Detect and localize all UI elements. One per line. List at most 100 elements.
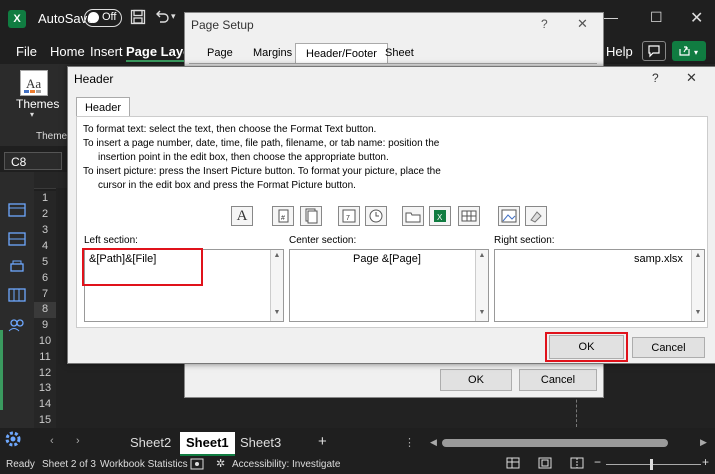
page-break-view-icon[interactable] — [570, 457, 584, 469]
tab-insert[interactable]: Insert — [90, 44, 123, 59]
row-header[interactable]: 3 — [34, 223, 56, 240]
sheet-tab[interactable]: Sheet3 — [234, 432, 287, 454]
insert-picture-icon[interactable] — [498, 206, 520, 226]
normal-view-icon[interactable] — [506, 457, 520, 469]
tab-divider — [189, 63, 597, 64]
svg-text:X: X — [437, 213, 443, 222]
ok-button-highlight — [545, 332, 628, 362]
share-button[interactable]: ▾ — [672, 41, 706, 61]
scroll-left-icon[interactable]: ‹ — [50, 435, 54, 447]
file-path-icon[interactable] — [402, 206, 424, 226]
settings-gear-icon[interactable] — [2, 428, 24, 450]
hscroll-right-icon[interactable]: ▶ — [700, 437, 707, 448]
row-header[interactable]: 5 — [34, 255, 56, 272]
maximize-icon[interactable]: ☐ — [650, 9, 663, 26]
time-icon[interactable] — [365, 206, 387, 226]
help-icon[interactable]: ? — [541, 17, 548, 31]
people-icon[interactable] — [8, 318, 26, 332]
page-setup-ok-button[interactable]: OK — [440, 369, 512, 391]
zoom-slider[interactable] — [606, 464, 701, 465]
tab-home[interactable]: Home — [50, 44, 85, 59]
scroll-right-icon[interactable]: › — [76, 435, 80, 447]
row-header[interactable]: 6 — [34, 271, 56, 288]
close-app-icon[interactable]: ✕ — [690, 8, 703, 28]
dropdown-icon[interactable]: ▾ — [171, 11, 176, 22]
left-section-label: Left section: — [84, 235, 138, 246]
svg-text:▾: ▾ — [694, 48, 698, 57]
macro-icon[interactable] — [190, 458, 204, 470]
tab-sheet[interactable]: Sheet — [375, 43, 424, 63]
right-section-scrollbar[interactable]: ▲ ▼ — [691, 250, 704, 321]
themes-dropdown-icon[interactable]: ▾ — [30, 110, 34, 119]
save-icon[interactable] — [130, 9, 146, 29]
tab-margins[interactable]: Margins — [243, 43, 302, 63]
undo-icon[interactable] — [154, 8, 170, 28]
name-box[interactable]: C8 — [4, 152, 62, 170]
tab-header-footer[interactable]: Header/Footer — [295, 43, 388, 64]
workbook-statistics[interactable]: Workbook Statistics — [100, 459, 188, 470]
center-section-label: Center section: — [289, 235, 357, 246]
row-header[interactable]: 13 — [34, 381, 56, 398]
page-setup-cancel-button[interactable]: Cancel — [519, 369, 597, 391]
close-icon[interactable]: ✕ — [686, 70, 697, 86]
page-number-icon[interactable]: # — [272, 206, 294, 226]
instruction-line: insertion point in the edit box, then ch… — [98, 152, 389, 163]
autosave-toggle[interactable]: Off — [84, 9, 122, 27]
sheet-tab[interactable]: Sheet2 — [124, 432, 177, 454]
header-dialog-title: Header — [74, 72, 114, 86]
page-layout-view-icon[interactable] — [538, 457, 552, 469]
tab-help[interactable]: Help — [606, 44, 633, 59]
accessibility-icon[interactable]: ✲ — [216, 457, 225, 470]
left-section-highlight — [82, 248, 203, 286]
help-icon[interactable]: ? — [652, 71, 659, 85]
format-picture-icon[interactable] — [525, 206, 547, 226]
instruction-line: To insert a page number, date, time, fil… — [83, 138, 440, 149]
instruction-line: cursor in the edit box and press the For… — [98, 180, 356, 191]
sheet-name-icon[interactable] — [458, 206, 480, 226]
row-header[interactable]: 9 — [34, 318, 56, 335]
close-icon[interactable]: ✕ — [577, 16, 588, 32]
row-header[interactable]: 1 — [34, 191, 56, 208]
tab-header[interactable]: Header — [76, 97, 130, 118]
minimize-icon[interactable]: — — [604, 9, 618, 25]
toggle-knob — [88, 12, 99, 23]
svg-text:7: 7 — [346, 215, 350, 222]
comments-button[interactable] — [642, 41, 666, 61]
row-header[interactable]: 10 — [34, 334, 56, 351]
more-icon[interactable]: ⋮ — [404, 436, 415, 449]
header-cancel-button[interactable]: Cancel — [632, 337, 705, 358]
center-section-scrollbar[interactable]: ▲ ▼ — [475, 250, 488, 321]
hscroll-left-icon[interactable]: ◀ — [430, 437, 437, 448]
instruction-line: To insert picture: press the Insert Pict… — [83, 166, 441, 177]
zoom-out-icon[interactable]: − — [594, 455, 601, 469]
horizontal-scrollbar[interactable] — [442, 439, 668, 447]
sheet-tab-active[interactable]: Sheet1 — [180, 432, 235, 456]
tab-page[interactable]: Page — [197, 43, 243, 63]
row-header[interactable]: 11 — [34, 350, 56, 367]
number-of-pages-icon[interactable] — [300, 206, 322, 226]
add-sheet-icon[interactable]: + — [318, 433, 327, 450]
svg-text:#: # — [281, 215, 285, 222]
zoom-slider-thumb[interactable] — [650, 459, 653, 470]
header-dialog: Header ? ✕ Header To format text: select… — [67, 66, 715, 364]
accessibility-status[interactable]: Accessibility: Investigate — [232, 459, 340, 470]
row-header[interactable]: 14 — [34, 397, 56, 414]
left-section-scrollbar[interactable]: ▲ ▼ — [270, 250, 283, 321]
themes-icon[interactable]: Aa — [20, 70, 48, 96]
table-icon[interactable] — [8, 232, 26, 246]
svg-text:Aa: Aa — [26, 76, 41, 91]
sheet-view-icon[interactable] — [8, 203, 26, 217]
themes-button[interactable]: Themes — [16, 97, 59, 111]
row-header[interactable]: 2 — [34, 207, 56, 224]
active-indicator — [0, 330, 3, 410]
tab-file[interactable]: File — [16, 44, 37, 59]
date-icon[interactable]: 7 — [338, 206, 360, 226]
row-header[interactable]: 4 — [34, 239, 56, 256]
row-header[interactable]: 8 — [34, 302, 56, 319]
print-icon[interactable] — [8, 260, 26, 274]
grid-icon[interactable] — [8, 288, 26, 302]
filename-icon[interactable]: X — [429, 206, 451, 226]
zoom-in-icon[interactable]: + — [702, 455, 709, 469]
format-text-icon[interactable]: A — [231, 206, 253, 226]
status-sheet-position: Sheet 2 of 3 — [42, 459, 96, 470]
